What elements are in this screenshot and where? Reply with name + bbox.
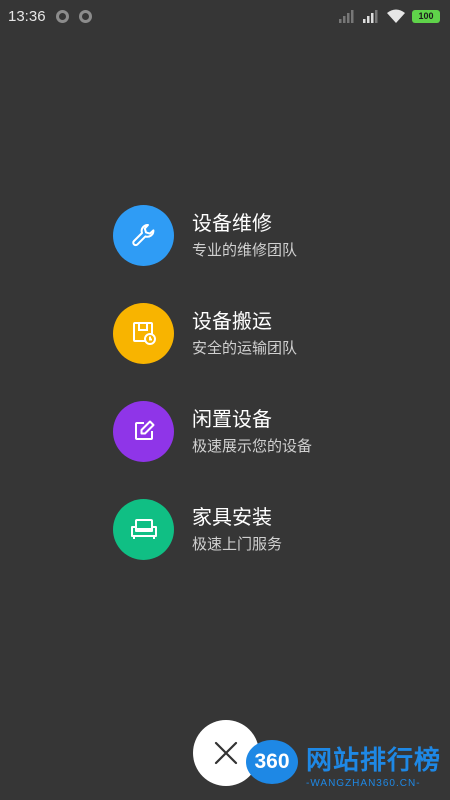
menu-item-texts: 家具安装 极速上门服务	[192, 504, 282, 555]
menu-item-texts: 闲置设备 极速展示您的设备	[192, 406, 312, 457]
menu-item-subtitle: 极速展示您的设备	[192, 436, 313, 455]
watermark-domain: -WANGZHAN360.CN-	[306, 778, 421, 789]
menu-item-texts: 设备搬运 安全的运输团队	[192, 308, 297, 359]
watermark: 360 网站排行榜 -WANGZHAN360.CN-	[242, 738, 448, 796]
menu-item-texts: 设备维修 专业的维修团队	[192, 210, 297, 261]
wrench-icon	[113, 204, 174, 266]
notification-icon	[78, 9, 92, 23]
watermark-name: 网站排行榜	[306, 746, 442, 776]
notification-icon	[55, 9, 69, 23]
status-bar: 13:36 100	[0, 0, 450, 32]
menu-item-title: 设备搬运	[192, 308, 272, 333]
menu-item-subtitle: 专业的维修团队	[192, 240, 298, 259]
menu-item-subtitle: 安全的运输团队	[192, 338, 298, 357]
wifi-icon	[387, 9, 405, 23]
menu-item-title: 闲置设备	[192, 406, 272, 431]
sofa-icon	[113, 498, 174, 560]
status-right: 100	[338, 9, 440, 24]
status-time: 13:36	[8, 7, 46, 25]
delivery-box-icon	[113, 302, 174, 364]
menu-item-moving[interactable]: 设备搬运 安全的运输团队	[113, 302, 433, 364]
status-left: 13:36	[8, 8, 92, 25]
menu-item-repair[interactable]: 设备维修 专业的维修团队	[113, 204, 433, 266]
watermark-badge: 360	[246, 740, 298, 784]
menu-item-title: 设备维修	[192, 210, 272, 235]
close-icon	[214, 741, 238, 765]
menu-item-title: 家具安装	[192, 504, 272, 529]
battery-icon: 100	[412, 9, 440, 23]
signal-icon	[363, 10, 378, 23]
menu-item-idle-equipment[interactable]: 闲置设备 极速展示您的设备	[113, 400, 433, 462]
signal-icon	[339, 10, 354, 23]
edit-icon	[113, 400, 174, 462]
menu-item-subtitle: 极速上门服务	[192, 534, 283, 553]
menu-item-furniture-install[interactable]: 家具安装 极速上门服务	[113, 498, 433, 560]
